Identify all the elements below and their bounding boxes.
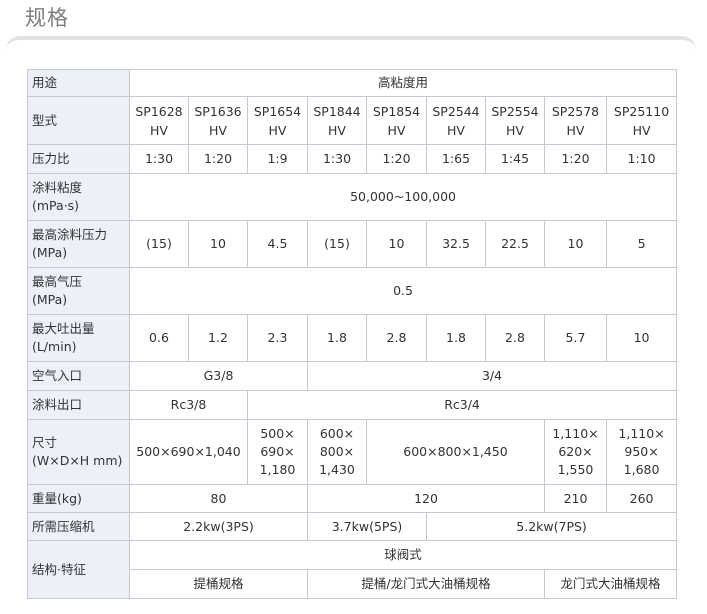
dimension-cell: 500×690×1,040 [129, 419, 248, 485]
compressor-cell: 2.2kw(3PS) [129, 512, 308, 541]
air-inlet-cell: 3/4 [306, 361, 678, 391]
output-cell: 1.2 [188, 314, 248, 362]
weight-cell: 120 [307, 484, 545, 513]
paint-outlet-cell: Rc3/8 [129, 390, 248, 420]
ratio-cell: 1:20 [188, 144, 248, 174]
ratio-cell: 1:30 [129, 144, 189, 174]
ratio-cell: 1:9 [247, 144, 308, 174]
label-viscosity: 涂料粘度 (mPa·s) [27, 173, 130, 221]
output-cell: 2.3 [247, 314, 308, 362]
compressor-cell: 5.2kw(7PS) [425, 512, 678, 541]
model-cell: SP2554 HV [485, 96, 545, 145]
dimension-cell: 1,110× 620× 1,550 [544, 419, 607, 485]
row-max-output: 最大吐出量 (L/min) 0.6 1.2 2.3 1.8 2.8 1.8 2.8… [27, 314, 678, 362]
features-cell: 提桶规格 [129, 569, 308, 599]
output-cell: 1.8 [307, 314, 367, 362]
row-air-inlet: 空气入口 G3/8 3/4 [27, 361, 678, 391]
ratio-cell: 1:65 [426, 144, 486, 174]
label-usage: 用途 [27, 69, 130, 97]
label-max-air-pressure: 最高气压 (MPa) [27, 267, 130, 315]
label-max-paint-pressure: 最高涂料压力 (MPa) [27, 220, 130, 268]
row-paint-outlet: 涂料出口 Rc3/8 Rc3/4 [27, 390, 678, 420]
viscosity-value: 50,000~100,000 [128, 173, 678, 221]
row-weight: 重量(kg) 80 120 210 260 [27, 484, 678, 513]
dimension-cell: 500× 690× 1,180 [247, 419, 308, 485]
model-cell: SP1636 HV [188, 96, 248, 145]
output-cell: 0.6 [129, 314, 189, 362]
model-cell: SP1854 HV [366, 96, 427, 145]
dimension-cell: 600× 800× 1,430 [307, 419, 367, 485]
row-viscosity: 涂料粘度 (mPa·s) 50,000~100,000 [27, 173, 678, 221]
paint-outlet-cell: Rc3/4 [246, 390, 678, 420]
paint-pressure-cell: (15) [129, 220, 189, 268]
paint-pressure-cell: (15) [307, 220, 367, 268]
paint-pressure-cell: 10 [544, 220, 607, 268]
ratio-cell: 1:10 [605, 144, 678, 174]
model-cell: SP25110 HV [605, 96, 678, 145]
ratio-cell: 1:45 [485, 144, 545, 174]
weight-cell: 260 [605, 484, 678, 513]
compressor-cell: 3.7kw(5PS) [307, 512, 427, 541]
row-model: 型式 SP1628 HV SP1636 HV SP1654 HV SP1844 HV S… [27, 96, 678, 145]
label-ratio: 压力比 [27, 144, 130, 174]
dimension-cell: 600×800×1,450 [366, 419, 545, 485]
row-usage: 用途 高粘度用 [27, 69, 678, 97]
paint-pressure-cell: 10 [366, 220, 427, 268]
paint-pressure-cell: 5 [605, 220, 678, 268]
label-model: 型式 [27, 96, 130, 145]
label-features: 结构·特征 [27, 540, 130, 599]
output-cell: 2.8 [366, 314, 427, 362]
row-compressor: 所需压缩机 2.2kw(3PS) 3.7kw(5PS) 5.2kw(7PS) [27, 512, 678, 541]
paint-pressure-cell: 22.5 [485, 220, 545, 268]
output-cell: 5.7 [544, 314, 607, 362]
paint-pressure-cell: 32.5 [426, 220, 486, 268]
label-compressor: 所需压缩机 [27, 512, 130, 541]
label-dimensions: 尺寸 (W×D×H mm) [27, 419, 130, 485]
row-features-top: 结构·特征 球阀式 [27, 540, 678, 599]
output-cell: 2.8 [485, 314, 545, 362]
row-dimensions: 尺寸 (W×D×H mm) 500×690×1,040 500× 690× 1,180… [27, 419, 678, 485]
label-weight: 重量(kg) [27, 484, 130, 513]
model-cell: SP1654 HV [247, 96, 308, 145]
model-cell: SP2578 HV [544, 96, 607, 145]
weight-cell: 210 [544, 484, 607, 513]
label-air-inlet: 空气入口 [27, 361, 130, 391]
air-inlet-cell: G3/8 [129, 361, 308, 391]
header-divider [6, 36, 696, 58]
label-paint-outlet: 涂料出口 [27, 390, 130, 420]
paint-pressure-cell: 4.5 [247, 220, 308, 268]
features-cell: 提桶/龙门式大油桶规格 [307, 569, 545, 599]
ratio-cell: 1:30 [307, 144, 367, 174]
features-top-value: 球阀式 [128, 540, 678, 570]
paint-pressure-cell: 10 [188, 220, 248, 268]
weight-cell: 80 [129, 484, 308, 513]
model-cell: SP2544 HV [426, 96, 486, 145]
output-cell: 10 [605, 314, 678, 362]
row-ratio: 压力比 1:30 1:20 1:9 1:30 1:20 1:65 1:45 1:… [27, 144, 678, 174]
page-title: 规格 [25, 6, 69, 30]
ratio-cell: 1:20 [544, 144, 607, 174]
usage-value: 高粘度用 [128, 69, 678, 97]
ratio-cell: 1:20 [366, 144, 427, 174]
dimension-cell: 1,110× 950× 1,680 [605, 419, 678, 485]
model-cell: SP1628 HV [129, 96, 189, 145]
row-max-air-pressure: 最高气压 (MPa) 0.5 [27, 267, 678, 315]
row-max-paint-pressure: 最高涂料压力 (MPa) (15) 10 4.5 (15) 10 32.5 22.… [27, 220, 678, 268]
label-max-output: 最大吐出量 (L/min) [27, 314, 130, 362]
output-cell: 1.8 [426, 314, 486, 362]
air-pressure-value: 0.5 [128, 267, 678, 315]
model-cell: SP1844 HV [307, 96, 367, 145]
features-cell: 龙门式大油桶规格 [543, 569, 678, 599]
spec-table: 用途 高粘度用 型式 SP1628 HV SP1636 HV SP1654 HV SP… [27, 69, 678, 599]
